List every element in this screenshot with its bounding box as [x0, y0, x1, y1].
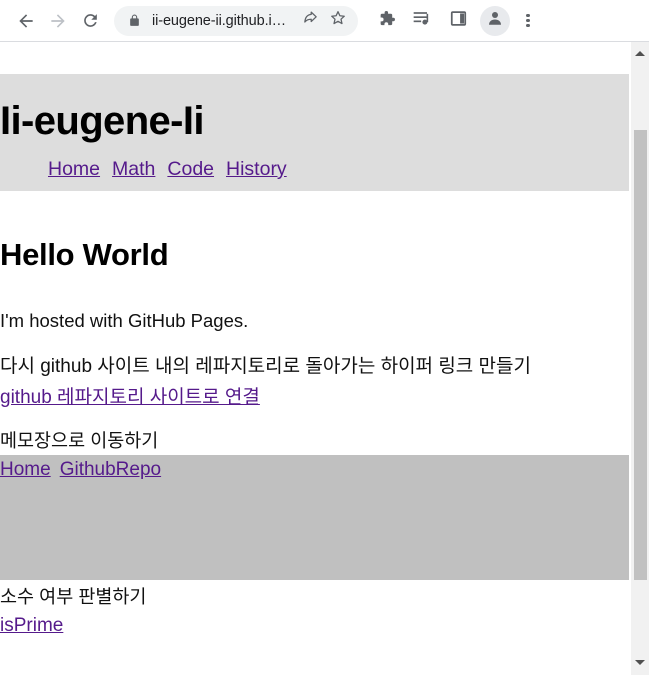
- profile-avatar-icon: [486, 9, 504, 32]
- browser-menu-button[interactable]: [514, 5, 542, 37]
- korean-paragraph-1: 다시 github 사이트 내의 레파지토리로 돌아가는 하이퍼 링크 만들기: [0, 356, 531, 377]
- scroll-down-button[interactable]: [631, 653, 649, 671]
- media-playlist-icon: [412, 8, 432, 33]
- extensions-button[interactable]: [368, 5, 404, 37]
- frame-link-githubrepo[interactable]: GithubRepo: [60, 459, 161, 480]
- star-icon: [329, 9, 347, 32]
- site-nav: Home Math Code History: [48, 158, 299, 181]
- scroll-up-arrow-icon: [635, 50, 645, 56]
- reload-icon: [81, 11, 100, 30]
- korean-paragraph-2: 메모장으로 이동하기: [0, 430, 159, 451]
- forward-arrow-icon: [48, 11, 68, 31]
- lock-icon: [128, 14, 141, 27]
- three-dot-menu-icon: [526, 13, 530, 29]
- nav-link-math[interactable]: Math: [112, 158, 155, 180]
- web-page: Ii-eugene-Ii Home Math Code History Hello W…: [0, 42, 629, 675]
- puzzle-piece-icon: [377, 9, 396, 33]
- scrollbar-thumb[interactable]: [634, 130, 647, 580]
- share-button[interactable]: [296, 7, 324, 35]
- embedded-frame: Home GithubRepo: [0, 455, 629, 580]
- side-panel-button[interactable]: [440, 5, 476, 37]
- back-button[interactable]: [10, 5, 42, 37]
- media-control-button[interactable]: [404, 5, 440, 37]
- nav-link-home[interactable]: Home: [48, 158, 100, 180]
- bookmark-button[interactable]: [324, 7, 352, 35]
- content-heading: Hello World: [0, 237, 169, 272]
- scroll-down-arrow-icon: [635, 659, 645, 665]
- side-panel-icon: [449, 9, 468, 33]
- nav-link-history[interactable]: History: [226, 158, 287, 180]
- browser-window: ii-eugene-ii.github.i… Ii-eugene-Ii Home…: [0, 0, 649, 675]
- vertical-scrollbar[interactable]: [630, 42, 649, 675]
- page-viewport: Ii-eugene-Ii Home Math Code History Hello W…: [0, 42, 649, 675]
- share-icon: [302, 10, 319, 32]
- reload-button[interactable]: [74, 5, 106, 37]
- isprime-link[interactable]: isPrime: [0, 615, 63, 637]
- nav-link-code[interactable]: Code: [167, 158, 214, 180]
- forward-button[interactable]: [42, 5, 74, 37]
- scroll-up-button[interactable]: [631, 44, 649, 62]
- back-arrow-icon: [16, 11, 36, 31]
- hosted-text: I'm hosted with GitHub Pages.: [0, 310, 249, 331]
- toolbar-actions: [368, 5, 542, 37]
- site-header: Ii-eugene-Ii Home Math Code History: [0, 74, 629, 191]
- browser-toolbar: ii-eugene-ii.github.i…: [0, 0, 649, 41]
- github-repo-link[interactable]: github 레파지토리 사이트로 연결: [0, 382, 260, 409]
- frame-link-home[interactable]: Home: [0, 459, 51, 480]
- korean-paragraph-3: 소수 여부 판별하기: [0, 586, 147, 607]
- address-bar[interactable]: ii-eugene-ii.github.i…: [114, 5, 358, 36]
- page-title: Ii-eugene-Ii: [0, 99, 205, 143]
- url-text: ii-eugene-ii.github.i…: [152, 12, 287, 29]
- profile-button[interactable]: [480, 5, 510, 36]
